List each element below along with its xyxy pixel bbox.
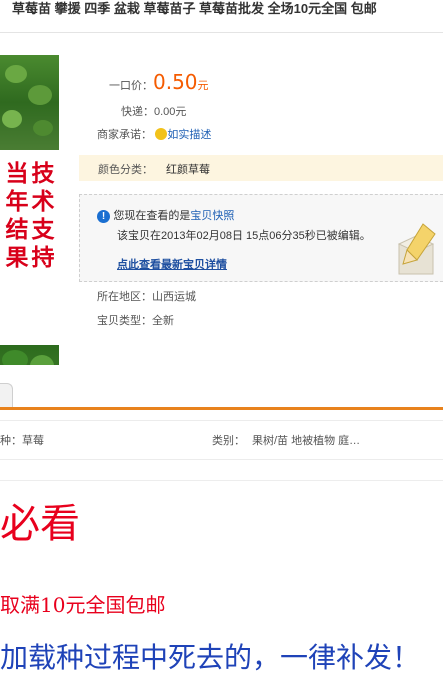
product-title: 草莓苗 攀援 四季 盆栽 草莓苗子 草莓苗批发 全场10元全国 包邮	[12, 1, 377, 16]
color-option[interactable]: 红颜草莓	[166, 161, 210, 177]
promise-row: 商家承诺： 如实描述	[97, 128, 212, 141]
divider	[0, 480, 443, 481]
attr-label: 类别：	[212, 435, 245, 447]
location-row: 所在地区：山西运城	[97, 291, 196, 303]
desc-must-read: 必看	[0, 501, 80, 547]
promise-link[interactable]: 如实描述	[167, 129, 211, 141]
attr-value: 草莓	[22, 435, 44, 447]
tab-bar-divider	[0, 407, 443, 410]
guarantee-icon	[155, 128, 168, 140]
desc-replacement-policy: 加载种过程中死去的，一律补发！	[0, 641, 421, 674]
shipping-row: 快递：0.00元	[121, 106, 187, 118]
image-slogan-right: 技术 支持	[31, 160, 55, 271]
attributes-bar: 种： 草莓 类别： 果树/苗 地被植物 庭…	[0, 420, 443, 460]
pencil-icon	[397, 223, 436, 275]
divider	[0, 32, 443, 33]
color-selector: 颜色分类： 红颜草莓	[79, 155, 443, 181]
tab-stub[interactable]	[0, 383, 13, 407]
product-image[interactable]: 当年 结果 技术 支持	[0, 55, 59, 365]
attr-label: 种：	[0, 435, 22, 447]
snapshot-link[interactable]: 宝贝快照	[190, 210, 234, 222]
snapshot-notice: ! 您现在查看的是宝贝快照 该宝贝在2013年02月08日 15点06分35秒已…	[79, 194, 443, 282]
image-slogan-left: 当年 结果	[5, 160, 29, 271]
view-latest-link[interactable]: 点此查看最新宝贝详情	[117, 256, 227, 272]
desc-free-shipping: 取满10元全国包邮	[0, 593, 166, 617]
price-row: 一口价：0.50元	[109, 70, 209, 94]
snapshot-edit-time: 该宝贝在2013年02月08日 15点06分35秒已被编辑。	[117, 230, 371, 242]
price-value: 0.50	[153, 70, 198, 94]
item-type-row: 宝贝类型：全新	[97, 315, 174, 327]
attr-value: 果树/苗 地被植物 庭…	[252, 435, 361, 447]
info-icon: !	[97, 210, 110, 223]
